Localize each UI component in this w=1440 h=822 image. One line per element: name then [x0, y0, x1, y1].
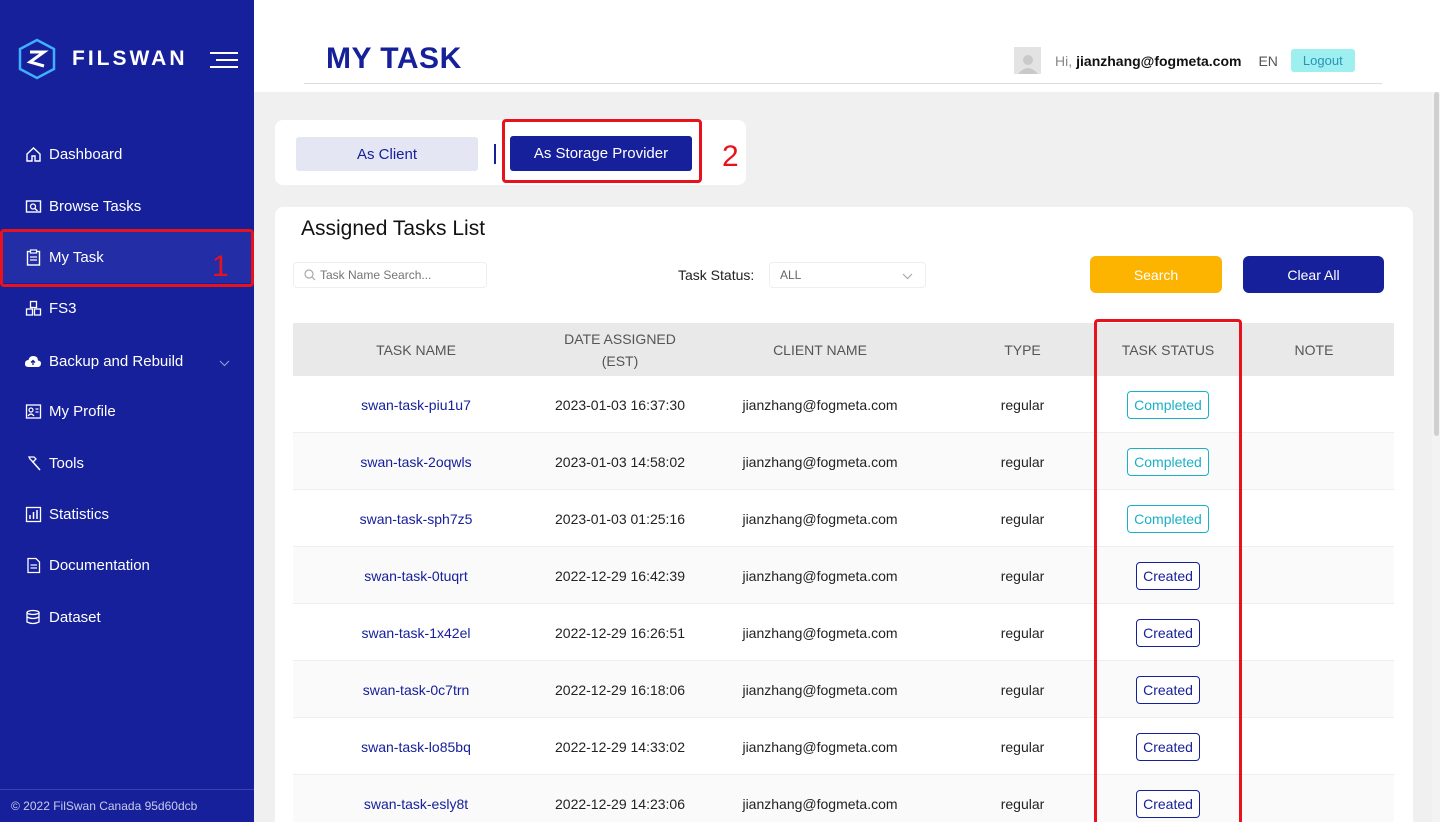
task-status-label: Task Status: — [678, 267, 755, 283]
chevron-down-icon — [902, 269, 913, 283]
browse-icon — [24, 198, 42, 216]
sidebar-item-fs3[interactable]: FS3 — [0, 283, 254, 334]
date-assigned: 2022-12-29 16:18:06 — [555, 681, 685, 698]
user-email: jianzhang@fogmeta.com — [1076, 52, 1242, 69]
client-name: jianzhang@fogmeta.com — [742, 795, 898, 812]
sidebar-item-label: Documentation — [49, 557, 150, 574]
sidebar-item-browse-tasks[interactable]: Browse Tasks — [0, 181, 254, 232]
task-note — [1251, 490, 1377, 547]
home-icon — [24, 146, 42, 164]
task-name-link[interactable]: swan-task-piu1u7 — [293, 376, 539, 433]
tab-divider — [494, 144, 496, 164]
tab-as-client[interactable]: As Client — [296, 137, 478, 171]
date-assigned: 2022-12-29 16:26:51 — [555, 624, 685, 641]
client-name: jianzhang@fogmeta.com — [742, 624, 898, 641]
sidebar-item-label: Browse Tasks — [49, 198, 142, 215]
task-note — [1251, 661, 1377, 718]
sidebar-item-documentation[interactable]: Documentation — [0, 540, 254, 591]
task-name-link[interactable]: swan-task-0tuqrt — [293, 547, 539, 604]
task-note — [1251, 604, 1377, 661]
user-area: Hi, jianzhang@fogmeta.com EN Logout — [1014, 47, 1355, 74]
column-header-note[interactable]: NOTE — [1251, 323, 1377, 376]
task-note — [1251, 547, 1377, 604]
chevron-down-icon — [219, 354, 230, 371]
filswan-logo-icon — [18, 38, 56, 80]
header: MY TASK Hi, jianzhang@fogmeta.com EN Log… — [254, 0, 1440, 92]
date-assigned: 2023-01-03 16:37:30 — [555, 396, 685, 413]
column-header-date-assigned[interactable]: DATE ASSIGNED (EST) — [520, 323, 720, 376]
date-assigned: 2022-12-29 16:42:39 — [555, 567, 685, 584]
task-note — [1251, 718, 1377, 775]
date-assigned: 2023-01-03 14:58:02 — [555, 453, 685, 470]
annotation-box-storage-provider — [502, 119, 702, 183]
logout-button[interactable]: Logout — [1290, 49, 1355, 72]
task-note — [1251, 433, 1377, 490]
sidebar-item-label: Statistics — [49, 506, 110, 523]
sidebar-item-label: Tools — [49, 455, 85, 472]
sidebar-item-tools[interactable]: Tools — [0, 438, 254, 489]
column-header-client-name[interactable]: CLIENT NAME — [720, 323, 920, 376]
chart-icon — [24, 506, 42, 524]
task-search-box[interactable] — [293, 262, 487, 288]
column-header-task-name[interactable]: TASK NAME — [293, 323, 539, 376]
client-name: jianzhang@fogmeta.com — [742, 681, 898, 698]
profile-icon — [24, 403, 42, 421]
search-icon — [304, 269, 316, 281]
client-name: jianzhang@fogmeta.com — [742, 738, 898, 755]
section-title: Assigned Tasks List — [301, 217, 486, 240]
task-name-link[interactable]: swan-task-sph7z5 — [293, 490, 539, 547]
date-assigned: 2022-12-29 14:23:06 — [555, 795, 685, 812]
client-name: jianzhang@fogmeta.com — [742, 453, 898, 470]
sidebar-item-backup-and-rebuild[interactable]: Backup and Rebuild — [0, 336, 254, 387]
task-name-link[interactable]: swan-task-lo85bq — [293, 718, 539, 775]
user-icon — [1017, 55, 1038, 74]
task-name-link[interactable]: swan-task-1x42el — [293, 604, 539, 661]
sidebar-item-dashboard[interactable]: Dashboard — [0, 129, 254, 180]
hammer-icon — [24, 455, 42, 473]
date-assigned: 2023-01-03 01:25:16 — [555, 510, 685, 527]
sidebar-item-label: Backup and Rebuild — [49, 353, 184, 370]
client-name: jianzhang@fogmeta.com — [742, 396, 898, 413]
cloud-upload-icon — [24, 353, 42, 371]
client-name: jianzhang@fogmeta.com — [742, 510, 898, 527]
date-assigned: 2022-12-29 14:33:02 — [555, 738, 685, 755]
sidebar-item-label: FS3 — [49, 300, 77, 317]
header-divider — [304, 83, 1382, 84]
sidebar-footer: © 2022 FilSwan Canada 95d60dcb — [0, 789, 254, 822]
client-name: jianzhang@fogmeta.com — [742, 567, 898, 584]
sidebar-item-dataset[interactable]: Dataset — [0, 592, 254, 643]
menu-toggle-icon[interactable] — [210, 52, 238, 70]
database-icon — [24, 609, 42, 627]
sidebar-item-label: Dataset — [49, 609, 101, 626]
brand-name: FILSWAN — [72, 47, 188, 70]
sidebar-item-label: Dashboard — [49, 146, 123, 163]
greeting: Hi, — [1055, 52, 1073, 69]
document-icon — [24, 557, 42, 575]
annotation-box-task-status — [1094, 319, 1242, 822]
logo[interactable]: FILSWAN — [18, 38, 188, 80]
task-name-link[interactable]: swan-task-0c7trn — [293, 661, 539, 718]
scrollbar-thumb[interactable] — [1434, 92, 1439, 436]
cubes-icon — [24, 300, 42, 318]
sidebar-item-statistics[interactable]: Statistics — [0, 489, 254, 540]
task-status-value: ALL — [780, 268, 802, 282]
language-switch[interactable]: EN — [1258, 53, 1277, 69]
task-status-select[interactable]: ALL — [769, 262, 926, 288]
task-search-input[interactable] — [320, 268, 480, 282]
task-note — [1251, 775, 1377, 822]
page-title: MY TASK — [326, 42, 462, 75]
annotation-number-1: 1 — [212, 250, 229, 283]
page-scrollbar[interactable] — [1432, 92, 1440, 822]
task-note — [1251, 376, 1377, 433]
sidebar-item-label: My Profile — [49, 403, 116, 420]
clear-all-button[interactable]: Clear All — [1243, 256, 1384, 293]
avatar[interactable] — [1014, 47, 1041, 74]
task-name-link[interactable]: swan-task-esly8t — [293, 775, 539, 822]
search-button[interactable]: Search — [1090, 256, 1222, 293]
annotation-number-2: 2 — [722, 140, 739, 173]
task-name-link[interactable]: swan-task-2oqwls — [293, 433, 539, 490]
sidebar-item-my-profile[interactable]: My Profile — [0, 386, 254, 437]
assigned-tasks-card: Assigned Tasks List Task Status: ALL Sea… — [275, 207, 1413, 822]
sidebar: FILSWAN Dashboard Browse Tasks My Task F… — [0, 0, 254, 822]
